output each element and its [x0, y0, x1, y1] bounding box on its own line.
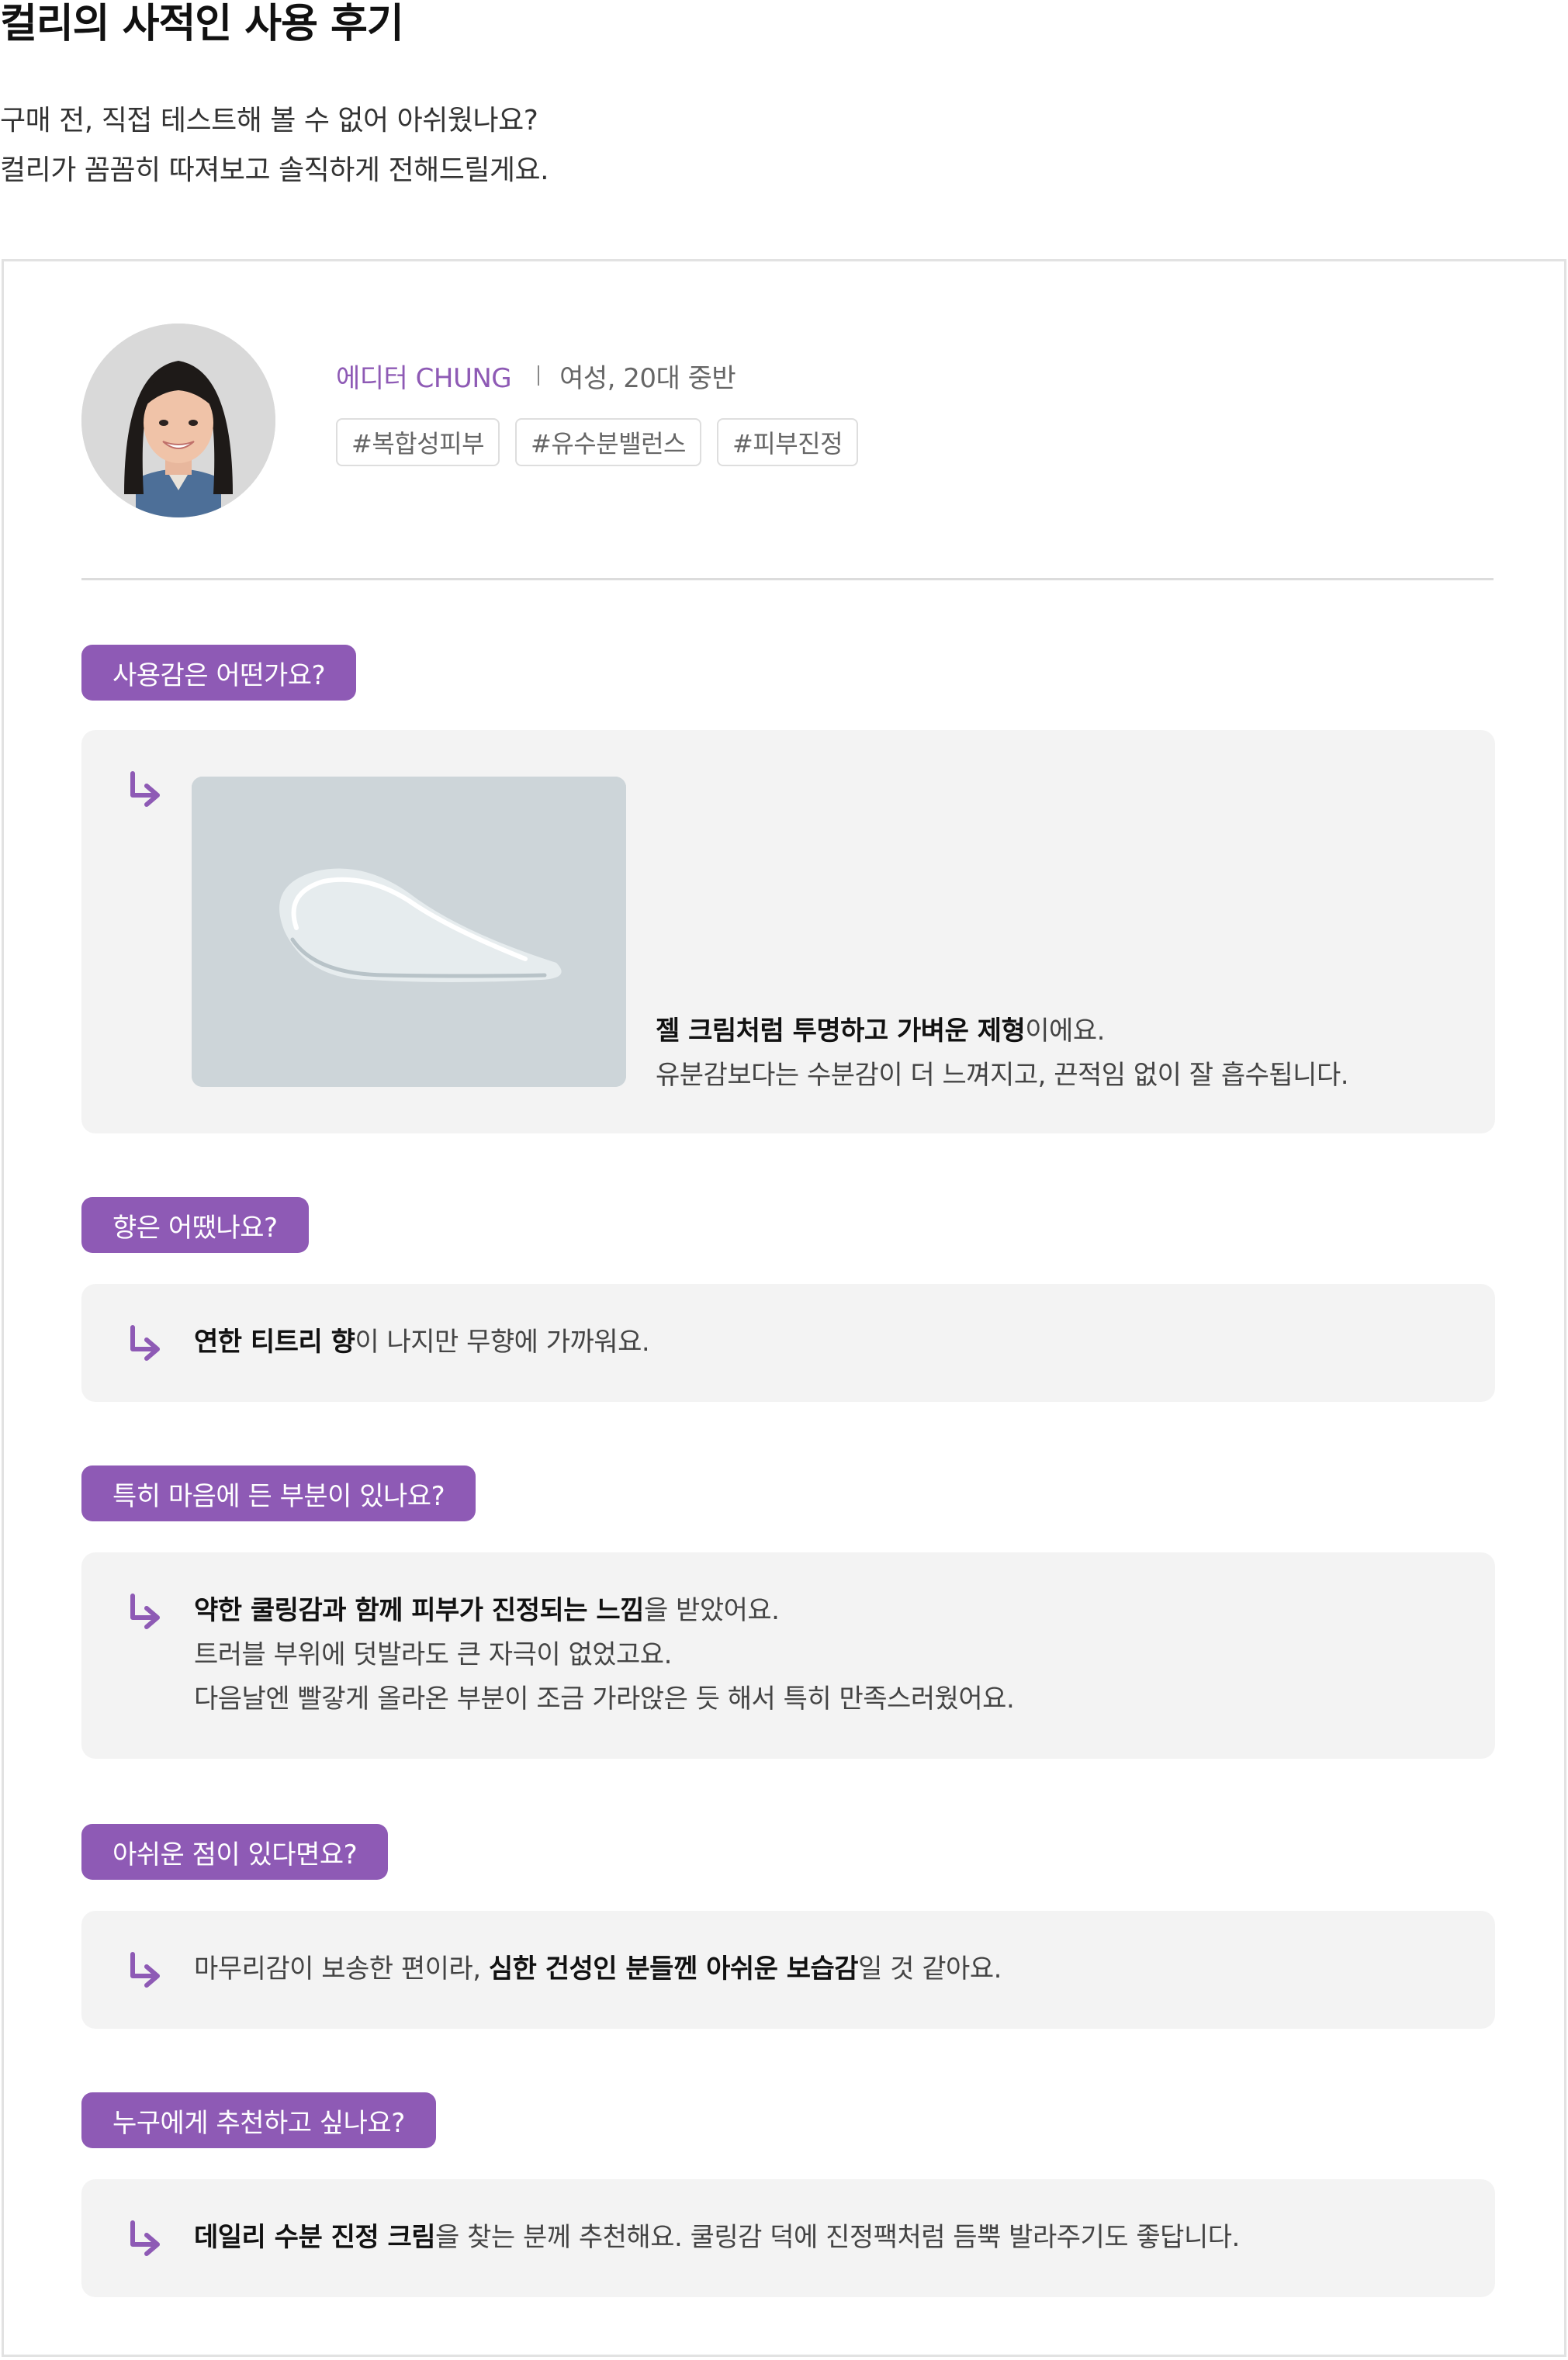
answer-line-rest: 을 받았어요.	[643, 1595, 780, 1626]
profile-divider	[81, 578, 1494, 580]
answer-line: 데일리 수분 진정 크림을 찾는 분께 추천해요. 쿨링감 덕에 진정팩처럼 듬…	[194, 2216, 1240, 2260]
answer-text: 데일리 수분 진정 크림을 찾는 분께 추천해요. 쿨링감 덕에 진정팩처럼 듬…	[194, 2216, 1240, 2260]
editor-name: 에디터 CHUNG	[336, 362, 512, 394]
answer-line: 약한 쿨링감과 함께 피부가 진정되는 느낌을 받았어요.	[194, 1589, 1014, 1633]
answer-box: 연한 티트리 향이 나지만 무향에 가까워요.	[81, 1284, 1495, 1402]
answer-line-rest: 일 것 같아요.	[858, 1953, 1002, 1985]
answer-line: 연한 티트리 향이 나지만 무향에 가까워요.	[194, 1320, 650, 1365]
answer-line: 젤 크림처럼 투명하고 가벼운 제형이에요.	[656, 1009, 1348, 1054]
tag[interactable]: #피부진정	[716, 418, 859, 466]
tag[interactable]: #유수분밸런스	[515, 418, 701, 466]
return-arrow-icon	[130, 2220, 160, 2256]
intro-text: 구매 전, 직접 테스트해 볼 수 없어 아쉬웠나요? 컬리가 꼼꼼히 따져보고…	[0, 96, 549, 196]
answer-highlight: 데일리 수분 진정 크림	[194, 2222, 436, 2253]
question-pill: 특히 마음에 든 부분이 있나요?	[81, 1465, 476, 1521]
question-pill: 아쉬운 점이 있다면요?	[81, 1824, 389, 1880]
avatar	[81, 324, 275, 517]
skin-tags: #복합성피부 #유수분밸런스 #피부진정	[336, 418, 859, 466]
answer-line: 트러블 부위에 덧발라도 큰 자극이 없었고요.	[194, 1639, 672, 1670]
return-arrow-icon	[130, 1594, 160, 1629]
answer-text: 마무리감이 보송한 편이라, 심한 건성인 분들껜 아쉬운 보습감일 것 같아요…	[194, 1947, 1002, 1991]
answer-highlight: 젤 크림처럼 투명하고 가벼운 제형	[656, 1016, 1026, 1047]
answer-highlight: 약한 쿨링감과 함께 피부가 진정되는 느낌	[194, 1595, 644, 1626]
answer-box: 데일리 수분 진정 크림을 찾는 분께 추천해요. 쿨링감 덕에 진정팩처럼 듬…	[81, 2179, 1495, 2297]
answer-text: 연한 티트리 향이 나지만 무향에 가까워요.	[194, 1320, 650, 1365]
separator	[538, 365, 540, 386]
cream-texture-photo	[192, 777, 626, 1087]
answer-line: 마무리감이 보송한 편이라, 심한 건성인 분들껜 아쉬운 보습감일 것 같아요…	[194, 1947, 1002, 1991]
editor-meta: 여성, 20대 중반	[559, 362, 736, 394]
question-pill: 사용감은 어떤가요?	[81, 645, 357, 701]
answer-line: 다음날엔 빨갛게 올라온 부분이 조금 가라앉은 듯 해서 특히 만족스러웠어요…	[194, 1683, 1015, 1715]
answer-box: 젤 크림처럼 투명하고 가벼운 제형이에요. 유분감보다는 수분감이 더 느껴지…	[81, 730, 1495, 1133]
answer-line: 유분감보다는 수분감이 더 느껴지고, 끈적임 없이 잘 흡수됩니다.	[656, 1060, 1349, 1091]
return-arrow-icon	[130, 1952, 160, 1988]
answer-box: 약한 쿨링감과 함께 피부가 진정되는 느낌을 받았어요. 트러블 부위에 덧발…	[81, 1552, 1495, 1759]
tag[interactable]: #복합성피부	[336, 418, 500, 466]
answer-line-rest: 이 나지만 무향에 가까워요.	[355, 1327, 650, 1358]
answer-highlight: 심한 건성인 분들껜 아쉬운 보습감	[488, 1953, 859, 1985]
editor-portrait-image	[81, 324, 275, 517]
intro-line-2: 컬리가 꼼꼼히 따져보고 솔직하게 전해드릴게요.	[0, 154, 549, 186]
answer-line-pre: 마무리감이 보송한 편이라,	[194, 1953, 489, 1985]
editor-line: 에디터 CHUNG 여성, 20대 중반	[336, 356, 858, 395]
question-pill: 누구에게 추천하고 싶나요?	[81, 2092, 436, 2148]
question-pill: 향은 어땠나요?	[81, 1197, 309, 1253]
return-arrow-icon	[130, 771, 160, 807]
return-arrow-icon	[130, 1325, 160, 1361]
intro-line-1: 구매 전, 직접 테스트해 볼 수 없어 아쉬웠나요?	[0, 105, 538, 137]
editor-profile: 에디터 CHUNG 여성, 20대 중반 #복합성피부 #유수분밸런스 #피부진…	[336, 356, 859, 466]
answer-text: 약한 쿨링감과 함께 피부가 진정되는 느낌을 받았어요. 트러블 부위에 덧발…	[194, 1589, 1015, 1722]
answer-highlight: 연한 티트리 향	[194, 1327, 355, 1358]
cream-texture-swatch-image	[192, 777, 626, 1087]
answer-box: 마무리감이 보송한 편이라, 심한 건성인 분들껜 아쉬운 보습감일 것 같아요…	[81, 1911, 1495, 2029]
answer-text: 젤 크림처럼 투명하고 가벼운 제형이에요. 유분감보다는 수분감이 더 느껴지…	[656, 1009, 1349, 1098]
answer-line-rest: 을 찾는 분께 추천해요. 쿨링감 덕에 진정팩처럼 듬뿍 발라주기도 좋답니다…	[435, 2222, 1240, 2253]
answer-line-rest: 이에요.	[1025, 1016, 1105, 1047]
page-title: 컬리의 사적인 사용 후기	[0, 1, 404, 47]
review-card: 에디터 CHUNG 여성, 20대 중반 #복합성피부 #유수분밸런스 #피부진…	[2, 259, 1566, 2357]
